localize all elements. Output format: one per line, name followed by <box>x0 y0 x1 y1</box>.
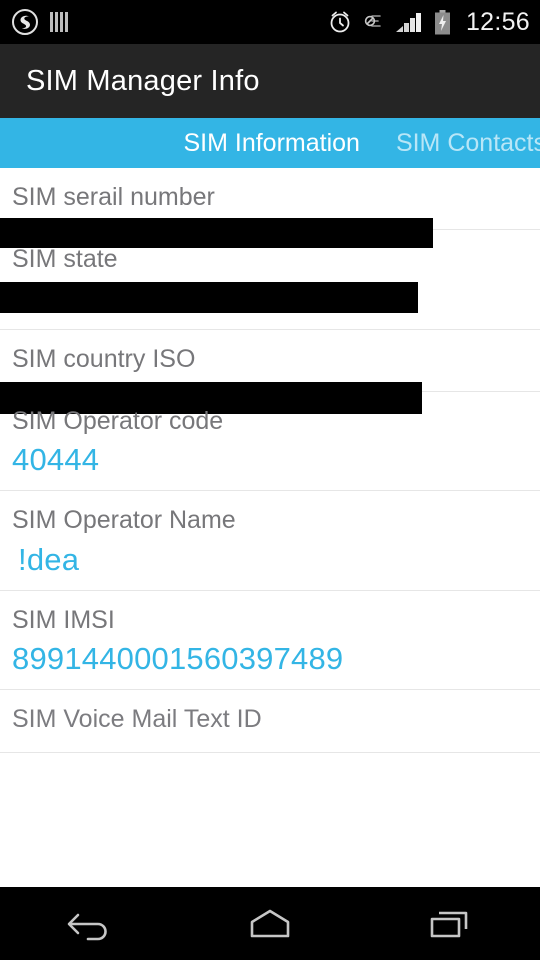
redaction-bar <box>0 282 418 314</box>
row-label: SIM serail number <box>12 183 215 211</box>
row-value: 8991440001560397489 <box>12 641 344 677</box>
list-item[interactable]: SIM country ISO <box>0 330 540 414</box>
home-icon <box>248 907 292 941</box>
back-button[interactable] <box>30 887 150 960</box>
signal-bars-icon <box>395 10 423 34</box>
phone-screen: 12:56 SIM Manager Info SIM Information S… <box>0 0 540 960</box>
silent-mode-icon <box>364 12 384 32</box>
tab-sim-information[interactable]: SIM Information <box>165 118 377 168</box>
row-label: SIM IMSI <box>12 605 115 634</box>
status-bar-clock: 12:56 <box>465 7 530 36</box>
page-title: SIM Manager Info <box>26 64 260 97</box>
status-bar: 12:56 <box>0 0 540 44</box>
navigation-bar <box>0 887 540 960</box>
list-item[interactable]: SIM Operator Name !dea <box>0 491 540 591</box>
tab-bar: SIM Information SIM Contacts <box>0 118 540 168</box>
recents-icon <box>428 907 472 941</box>
list-item[interactable]: SIM IMSI 8991440001560397489 <box>0 591 540 691</box>
status-bar-right-icons: 12:56 <box>327 9 530 35</box>
action-bar: SIM Manager Info <box>0 44 540 118</box>
list-item[interactable]: SIM state READY <box>0 230 540 330</box>
row-label: SIM Voice Mail Text ID <box>12 705 262 734</box>
recents-button[interactable] <box>390 887 510 960</box>
home-button[interactable] <box>210 887 330 960</box>
row-label: SIM Operator code <box>12 406 224 435</box>
battery-charging-icon <box>434 9 451 35</box>
list-item[interactable]: SIM serail number <box>0 168 540 248</box>
list-item[interactable]: SIM Voice Mail Text ID <box>0 690 540 753</box>
sim-toolkit-icon <box>50 10 68 34</box>
tab-sim-contacts[interactable]: SIM Contacts <box>378 118 540 168</box>
row-value: !dea <box>18 541 80 577</box>
row-label: SIM country ISO <box>12 344 196 373</box>
status-bar-left-icons <box>12 9 68 35</box>
app-logo-icon <box>12 9 38 35</box>
alarm-icon <box>327 9 353 35</box>
list-item[interactable]: SIM Operator code 40444 <box>0 392 540 492</box>
row-value: 40444 <box>12 442 100 478</box>
row-label: SIM state <box>12 245 118 274</box>
row-label: SIM Operator Name <box>12 506 236 535</box>
sim-info-list[interactable]: SIM serail number SIM state READY SIM co… <box>0 168 540 887</box>
back-arrow-icon <box>66 905 114 943</box>
